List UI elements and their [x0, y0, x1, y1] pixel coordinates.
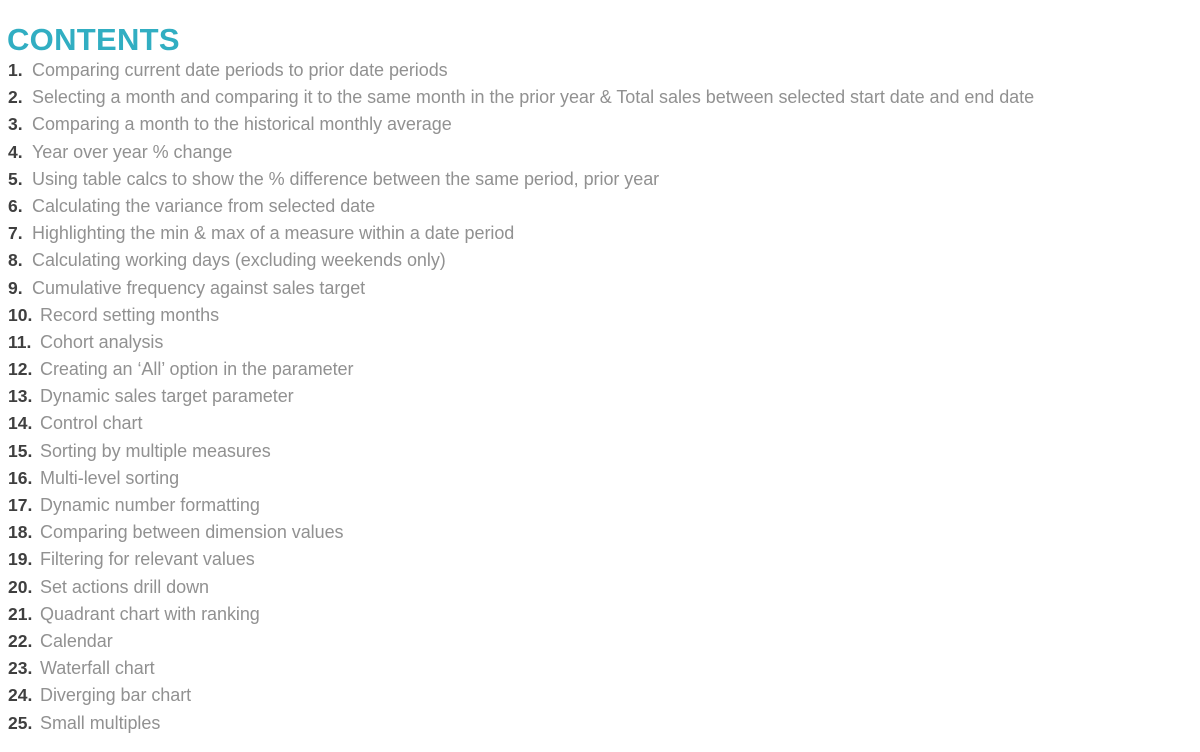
contents-list-item[interactable]: 8. Calculating working days (excluding we… [0, 247, 1200, 274]
contents-item-number: 11. [8, 331, 32, 352]
contents-item-label: Waterfall chart [40, 658, 155, 679]
contents-item-label: Creating an ‘All’ option in the paramete… [40, 359, 354, 380]
contents-list-item[interactable]: 24. Diverging bar chart [0, 682, 1200, 709]
contents-list-item[interactable]: 13. Dynamic sales target parameter [0, 383, 1200, 410]
contents-item-number: 21. [8, 603, 33, 624]
contents-item-number: 3. [8, 114, 23, 135]
contents-list-item[interactable]: 23. Waterfall chart [0, 655, 1200, 682]
contents-item-number: 10. [8, 304, 33, 325]
contents-item-label: Highlighting the min & max of a measure … [32, 223, 515, 244]
contents-list-item[interactable]: 1. Comparing current date periods to prio… [0, 57, 1200, 84]
contents-list-item[interactable]: 17. Dynamic number formatting [0, 492, 1200, 519]
contents-list-item[interactable]: 18. Comparing between dimension values [0, 519, 1200, 546]
contents-item-label: Sorting by multiple measures [40, 440, 271, 461]
contents-item-label: Dynamic number formatting [40, 495, 260, 515]
contents-item-number: 6. [8, 195, 23, 216]
contents-list-item[interactable]: 15. Sorting by multiple measures [0, 438, 1200, 465]
contents-item-number: 2. [8, 87, 23, 108]
contents-item-number: 13. [8, 386, 33, 407]
contents-item-number: 8. [8, 250, 23, 271]
contents-page: CONTENTS 1. Comparing current date period… [0, 0, 1200, 752]
contents-item-label: Calendar [40, 630, 113, 651]
contents-item-number: 19. [8, 549, 33, 570]
contents-list-item[interactable]: 19. Filtering for relevant values [0, 546, 1200, 573]
contents-list-item[interactable]: 2. Selecting a month and comparing it to … [0, 84, 1200, 111]
contents-item-number: 25. [8, 712, 33, 733]
contents-list-item[interactable]: 3. Comparing a month to the historical mo… [0, 111, 1200, 138]
contents-item-number: 20. [8, 576, 33, 597]
contents-item-number: 1. [8, 60, 23, 80]
contents-list-item[interactable]: 21. Quadrant chart with ranking [0, 601, 1200, 628]
contents-list-item[interactable]: 6. Calculating the variance from selected… [0, 193, 1200, 220]
contents-item-label: Comparing between dimension values [40, 522, 344, 543]
contents-list-item[interactable]: 4. Year over year % change [0, 139, 1200, 166]
contents-item-number: 9. [8, 277, 23, 298]
contents-item-label: Cohort analysis [40, 331, 164, 352]
contents-item-number: 16. [8, 467, 33, 488]
contents-item-label: Small multiples [40, 712, 161, 733]
contents-item-number: 24. [8, 685, 33, 706]
contents-item-label: Year over year % change [32, 141, 233, 162]
page-title: CONTENTS [7, 21, 180, 57]
contents-item-number: 7. [8, 223, 23, 244]
contents-item-label: Multi-level sorting [40, 467, 180, 488]
contents-item-number: 15. [8, 440, 33, 461]
contents-list-item[interactable]: 20. Set actions drill down [0, 574, 1200, 601]
contents-item-label: Control chart [40, 413, 143, 434]
contents-item-label: Calculating working days (excluding week… [32, 250, 446, 271]
contents-list-item[interactable]: 11. Cohort analysis [0, 329, 1200, 356]
contents-item-number: 4. [8, 141, 23, 162]
contents-list: 1. Comparing current date periods to prio… [0, 57, 1200, 737]
contents-item-number: 5. [8, 168, 23, 189]
contents-list-item[interactable]: 5. Using table calcs to show the % differ… [0, 166, 1200, 193]
contents-item-label: Calculating the variance from selected d… [32, 195, 376, 216]
contents-item-number: 23. [8, 658, 33, 679]
contents-list-item[interactable]: 14. Control chart [0, 410, 1200, 437]
contents-list-item[interactable]: 22. Calendar [0, 628, 1200, 655]
contents-item-label: Set actions drill down [40, 576, 209, 597]
contents-item-label: Dynamic sales target parameter [40, 386, 294, 407]
contents-item-label: Filtering for relevant values [40, 549, 255, 570]
contents-item-number: 22. [8, 630, 33, 651]
contents-list-item[interactable]: 16. Multi-level sorting [0, 465, 1200, 492]
contents-list-item[interactable]: 9. Cumulative frequency against sales tar… [0, 275, 1200, 302]
contents-item-label: Record setting months [40, 304, 220, 325]
contents-item-number: 18. [8, 522, 33, 543]
contents-list-item[interactable]: 25. Small multiples [0, 710, 1200, 737]
contents-item-label: Comparing current date periods to prior … [32, 60, 448, 80]
contents-item-number: 17. [8, 495, 33, 515]
contents-item-number: 14. [8, 413, 33, 434]
contents-item-number: 12. [8, 359, 33, 380]
contents-item-label: Comparing a month to the historical mont… [32, 114, 452, 135]
contents-item-label: Using table calcs to show the % differen… [32, 168, 660, 189]
contents-item-label: Cumulative frequency against sales targe… [32, 277, 366, 298]
contents-item-label: Quadrant chart with ranking [40, 603, 260, 624]
contents-list-item[interactable]: 12. Creating an ‘All’ option in the param… [0, 356, 1200, 383]
contents-item-label: Diverging bar chart [40, 685, 192, 706]
contents-list-item[interactable]: 7. Highlighting the min & max of a measur… [0, 220, 1200, 247]
contents-item-label: Selecting a month and comparing it to th… [32, 87, 1035, 108]
contents-list-item[interactable]: 10. Record setting months [0, 302, 1200, 329]
